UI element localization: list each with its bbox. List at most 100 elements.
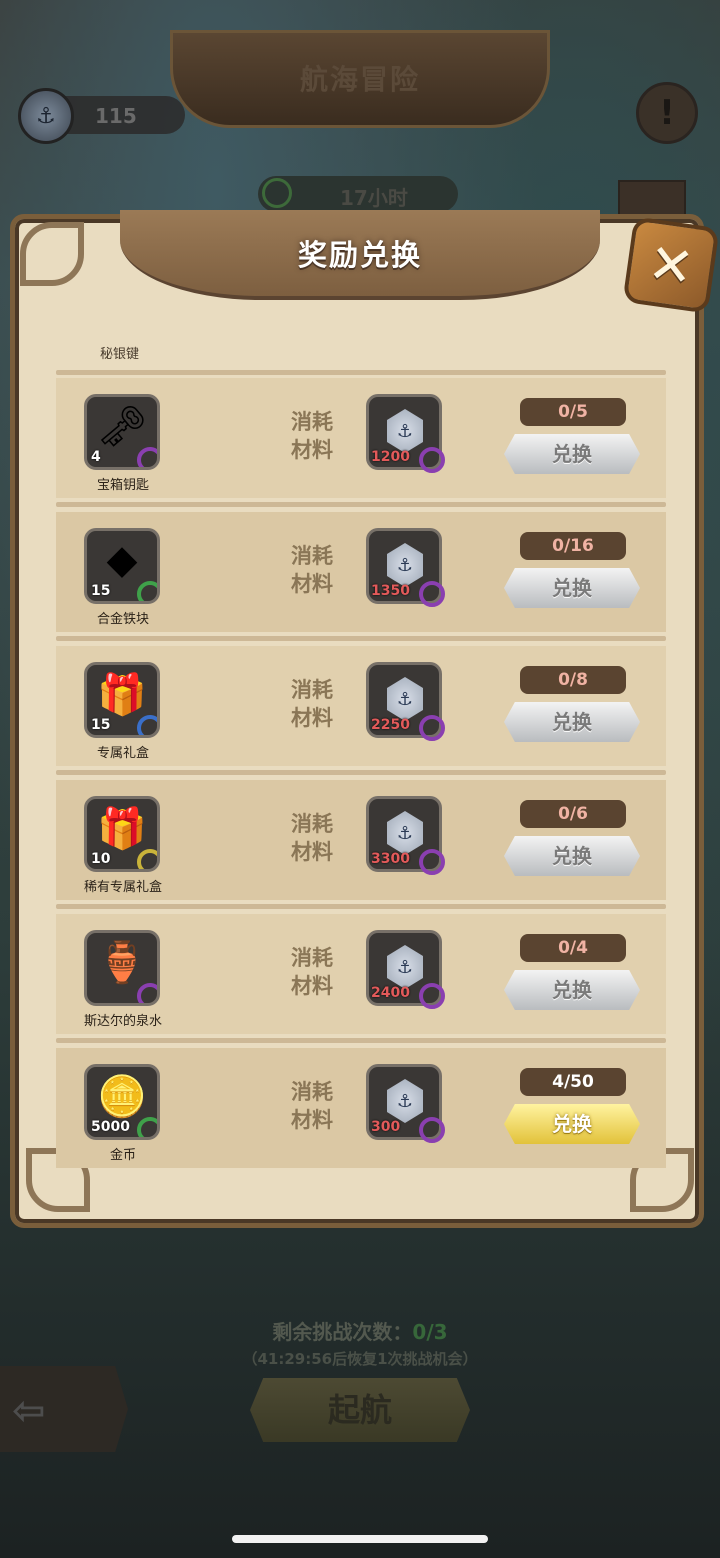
exchange-row: 🎁 10 稀有专属礼盒 消耗材料 ⚓ 3300 0/6 兑换 — [56, 780, 666, 900]
cost-material-slot[interactable]: ⚓ 1350 — [366, 528, 445, 607]
cost-label-line: 消耗 — [291, 946, 333, 970]
exchange-button[interactable]: 兑换 — [504, 1104, 640, 1144]
lamp-icon: 🏺 — [97, 940, 147, 986]
info-button[interactable]: ! — [636, 82, 698, 144]
reward-item-slot[interactable]: 🎁 15 — [84, 662, 160, 738]
reward-name: 宝箱钥匙 — [96, 478, 149, 493]
corner-ornament — [20, 222, 84, 286]
gift-box-icon: 🎁 — [97, 672, 147, 718]
recover-text: （41:29:56后恢复1次挑战机会） — [242, 1350, 478, 1368]
reward-quantity: 15 — [91, 717, 111, 733]
exchange-button[interactable]: 兑换 — [504, 970, 640, 1010]
cost-amount: 300 — [371, 1119, 401, 1135]
reward-item-slot[interactable]: 🗝 4 — [84, 394, 160, 470]
divider — [56, 1038, 666, 1043]
reward-item-slot[interactable]: 🏺 — [84, 930, 160, 1006]
cost-material-slot[interactable]: ⚓ 2250 — [366, 662, 445, 741]
reward-item-slot[interactable]: 🪙 5000 — [84, 1064, 160, 1140]
close-button[interactable]: ✕ — [622, 216, 720, 314]
cost-label: 消耗 材料 — [282, 944, 342, 1000]
reward-name: 稀有专属礼盒 — [83, 880, 162, 895]
cost-label-line: 消耗 — [291, 410, 333, 434]
reward-name: 专属礼盒 — [96, 746, 149, 761]
exchange-row: 🗝 4 宝箱钥匙 消耗材料 ⚓ 1200 0/5 兑换 — [56, 378, 666, 498]
cost-label-line: 消耗 — [291, 544, 333, 568]
cost-label-line: 消耗 — [291, 1080, 333, 1104]
anchor-token-icon: ⚓ — [387, 811, 423, 855]
rarity-corner — [137, 1117, 157, 1137]
cost-label-line: 消耗 — [291, 678, 333, 702]
exchange-row: 🪙 5000 金币 消耗材料 ⚓ 300 4/50 兑换 — [56, 1048, 666, 1168]
reward-quantity: 5000 — [91, 1119, 130, 1135]
cost-label-line: 消耗 — [291, 812, 333, 836]
key-icon: 🗝 — [96, 404, 148, 450]
cost-material-slot[interactable]: ⚓ 300 — [366, 1064, 445, 1143]
anchor-token-icon: ⚓ — [387, 677, 423, 721]
remaining-value: 0/3 — [412, 1320, 448, 1344]
rarity-corner — [419, 983, 445, 1009]
reward-name: 斯达尔的泉水 — [83, 1014, 162, 1029]
rarity-corner — [419, 1117, 445, 1143]
gold-coin-icon: 🪙 — [97, 1074, 147, 1120]
exchange-limit-counter: 0/5 — [520, 398, 626, 426]
anchor-token-icon: ⚓ — [387, 1079, 423, 1123]
rarity-corner — [137, 983, 157, 1003]
divider — [56, 636, 666, 641]
cost-material-slot[interactable]: ⚓ 3300 — [366, 796, 445, 875]
cost-label-line: 材料 — [291, 840, 333, 864]
cost-amount: 2250 — [371, 717, 410, 733]
cost-amount: 2400 — [371, 985, 410, 1001]
divider — [56, 502, 666, 507]
anchor-token-icon: ⚓ — [387, 543, 423, 587]
exchange-button[interactable]: 兑换 — [504, 568, 640, 608]
reward-quantity: 4 — [91, 449, 101, 465]
cost-material-slot[interactable]: ⚓ 1200 — [366, 394, 445, 473]
set-sail-button[interactable]: 起航 — [250, 1378, 470, 1442]
cost-material-slot[interactable]: ⚓ 2400 — [366, 930, 445, 1009]
divider — [56, 370, 666, 375]
rarity-corner — [137, 447, 157, 467]
exchange-limit-counter: 4/50 — [520, 1068, 626, 1096]
cost-amount: 1200 — [371, 449, 410, 465]
reward-quantity: 10 — [91, 851, 111, 867]
reward-name: 合金铁块 — [96, 612, 149, 627]
reward-item-slot[interactable]: 🎁 10 — [84, 796, 160, 872]
cost-label: 消耗 材料 — [282, 676, 342, 732]
exchange-button[interactable]: 兑换 — [504, 434, 640, 474]
cost-label: 消耗 材料 — [282, 408, 342, 464]
currency-value: 115 — [95, 104, 137, 128]
rarity-corner — [137, 849, 157, 869]
rarity-corner — [419, 715, 445, 741]
rare-gift-box-icon: 🎁 — [97, 806, 147, 852]
cost-label: 消耗 材料 — [282, 542, 342, 598]
timer-text: 17小时 — [340, 186, 408, 210]
clock-icon — [262, 178, 292, 208]
back-arrow-icon: ⇦ — [12, 1388, 46, 1434]
modal-title: 奖励兑换 — [297, 238, 422, 272]
home-indicator[interactable] — [232, 1535, 488, 1543]
rarity-corner — [137, 581, 157, 601]
divider — [56, 770, 666, 775]
rarity-corner — [137, 715, 157, 735]
exchange-limit-counter: 0/4 — [520, 934, 626, 962]
ingot-icon: ◆ — [106, 537, 138, 583]
cost-label-line: 材料 — [291, 1108, 333, 1132]
exchange-limit-counter: 0/6 — [520, 800, 626, 828]
exchange-button[interactable]: 兑换 — [504, 836, 640, 876]
cost-label-line: 材料 — [291, 706, 333, 730]
cost-label-line: 材料 — [291, 438, 333, 462]
anchor-token-icon: ⚓ — [387, 945, 423, 989]
reward-name: 金币 — [109, 1148, 136, 1163]
cost-amount: 1350 — [371, 583, 410, 599]
reward-item-slot[interactable]: ◆ 15 — [84, 528, 160, 604]
remaining-challenges: 剩余挑战次数：0/3 — [0, 1316, 720, 1345]
cost-label: 消耗 材料 — [282, 810, 342, 866]
remaining-label: 剩余挑战次数： — [272, 1320, 413, 1344]
reward-quantity: 15 — [91, 583, 111, 599]
exchange-limit-counter: 0/8 — [520, 666, 626, 694]
anchor-token-icon: ⚓ — [387, 409, 423, 453]
rarity-corner — [419, 581, 445, 607]
divider — [56, 904, 666, 909]
screen-title: 航海冒险 — [299, 63, 420, 96]
exchange-button[interactable]: 兑换 — [504, 702, 640, 742]
